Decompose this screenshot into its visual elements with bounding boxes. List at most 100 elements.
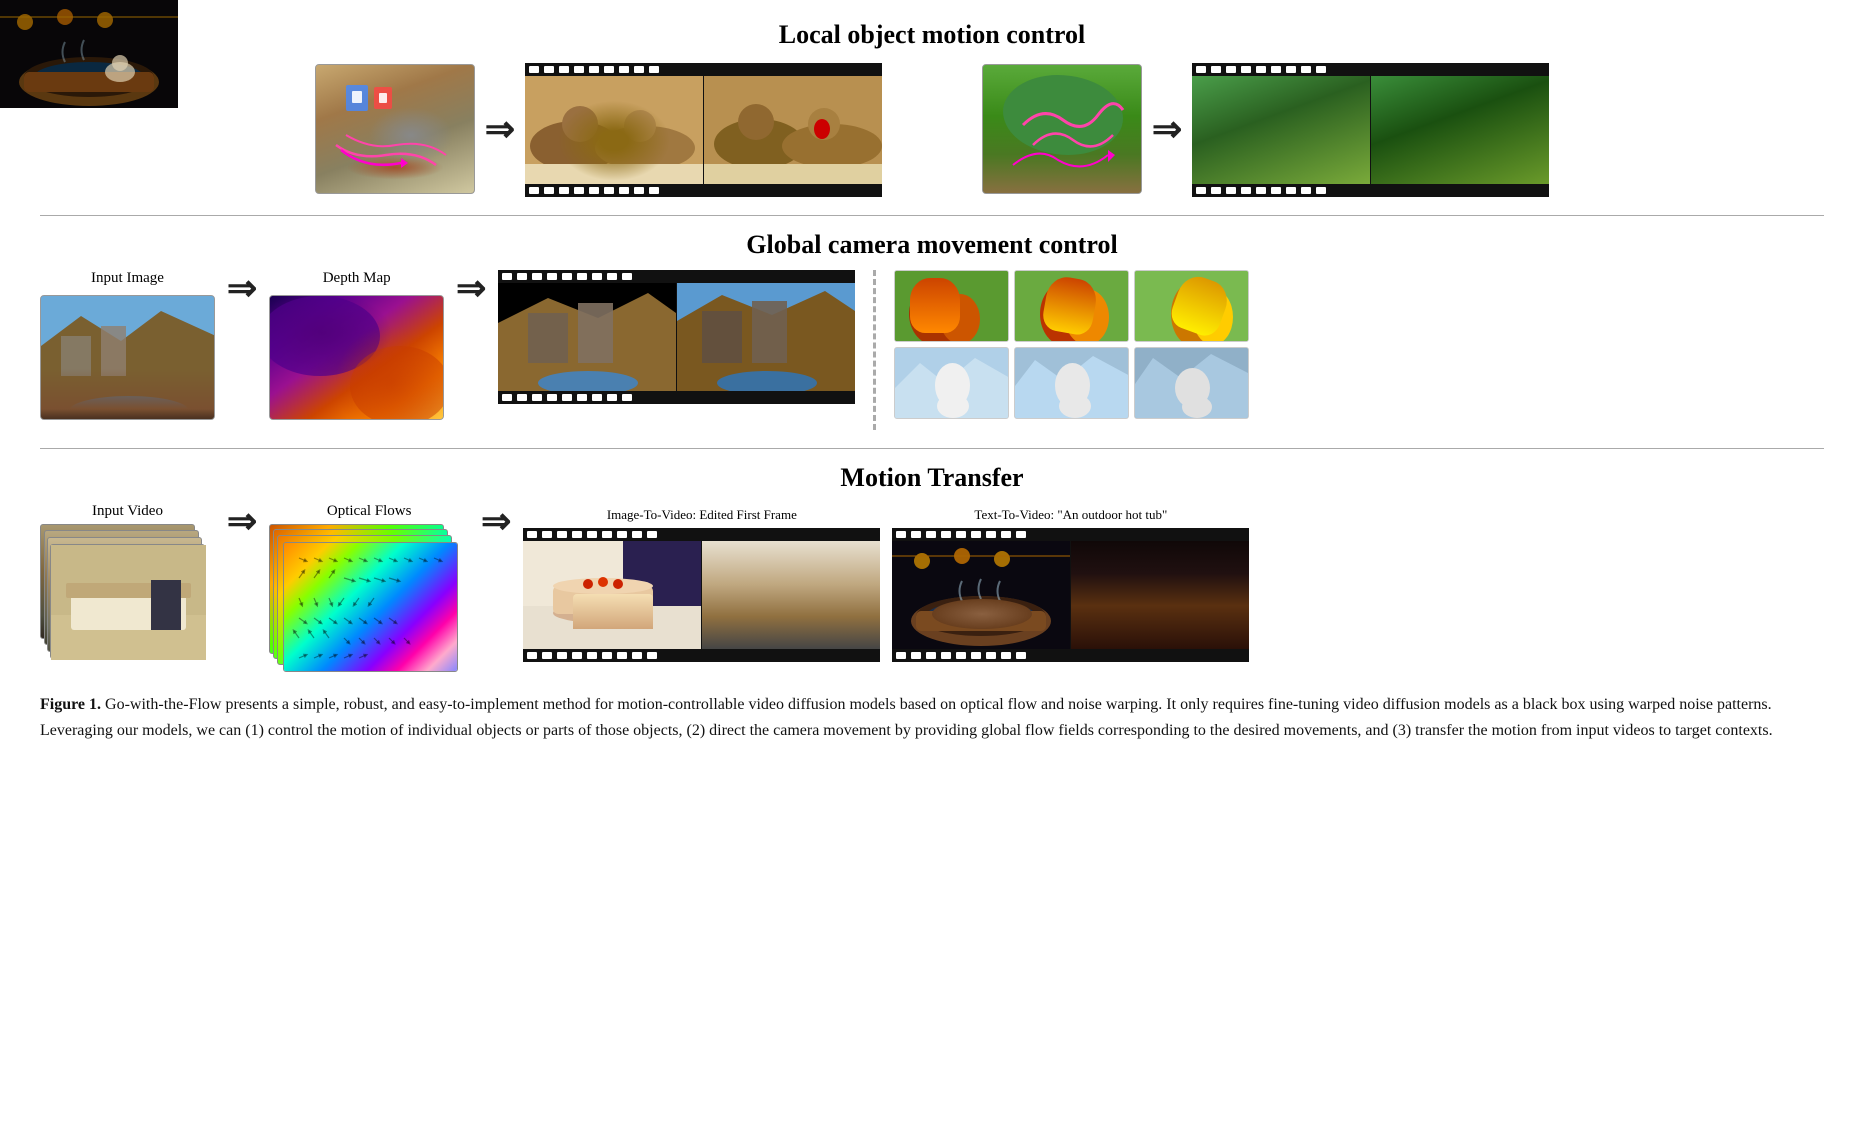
filmhole [577,273,587,280]
section2: Global camera movement control Input Ima… [40,230,1824,430]
filmhole [647,531,657,538]
filmhole [956,531,966,538]
filmhole [1196,187,1206,194]
input-image-label: Input Image [91,270,164,287]
filmhole [986,531,996,538]
filmhole [562,394,572,401]
filmhole [1256,66,1266,73]
input-video-stack [40,524,215,664]
filmhole [896,652,906,659]
frame-cake1 [523,541,701,649]
page-container: Local object motion control [40,20,1824,743]
arrow-1: ⇒ [485,111,515,147]
filmhole [1001,652,1011,659]
divider-2 [40,448,1824,449]
filmhole [547,394,557,401]
filmhole [956,652,966,659]
filmhole [574,187,584,194]
frame-tree1 [1192,76,1370,184]
camera-angle-grid: Φ 5° Φ 45° [894,270,1249,419]
filmhole [971,652,981,659]
flow-frame-4 [283,542,458,672]
depth-map-image [269,295,444,420]
filmhole [1211,66,1221,73]
filmhole [589,187,599,194]
filmhole [911,531,921,538]
cat-filmstrip-1 [525,60,882,197]
filmhole [941,652,951,659]
filmhole [604,66,614,73]
section1: Local object motion control [40,20,1824,197]
filmhole [587,531,597,538]
filmhole [1016,531,1026,538]
filmhole [607,394,617,401]
section1-title: Local object motion control [40,20,1824,50]
filmhole [634,66,644,73]
cat-input-left [315,64,475,194]
filmhole [557,652,567,659]
video-frame-4 [50,544,205,659]
camera-angle-85: Φ 85° [1134,270,1249,342]
filmhole [542,531,552,538]
filmhole [1271,187,1281,194]
filmhole [529,66,539,73]
filmhole [592,394,602,401]
filmhole [532,273,542,280]
filmhole [502,273,512,280]
filmhole [971,531,981,538]
filmhole [1286,66,1296,73]
arrow-6: ⇒ [481,503,511,539]
filmhole [529,187,539,194]
section3-title: Motion Transfer [40,463,1824,493]
filmhole [896,531,906,538]
filmhole [572,531,582,538]
camera-angle-45: Φ 45° [1014,270,1129,342]
filmhole [517,273,527,280]
frame-cat1 [525,76,703,184]
snowman-view-1 [894,347,1009,419]
filmhole [577,394,587,401]
filmhole [647,652,657,659]
filmhole [542,652,552,659]
filmhole [527,531,537,538]
filmhole [1301,66,1311,73]
section2-row: Input Image ⇒ [40,270,1824,430]
filmhole [602,531,612,538]
filmhole [1271,66,1281,73]
filmhole [1316,66,1326,73]
figure-caption: Figure 1. Go-with-the-Flow presents a si… [40,692,1824,743]
section3-hottub-film-block: Text-To-Video: "An outdoor hot tub" [892,503,1249,662]
filmhole [632,531,642,538]
filmhole [587,652,597,659]
filmhole [986,652,996,659]
input-video-label: Input Video [92,503,163,520]
landscape-image [40,295,215,420]
snowman-view-2 [1014,347,1129,419]
filmhole [926,531,936,538]
caption-text: Go-with-the-Flow presents a simple, robu… [40,696,1773,739]
filmhole [619,66,629,73]
section2-depth-map-block: Depth Map [269,270,444,420]
arrow-2: ⇒ [1152,111,1182,147]
filmhole [634,187,644,194]
dashed-divider [873,270,876,430]
frame-tree2 [1371,76,1549,184]
filmhole [911,652,921,659]
filmhole [1226,187,1236,194]
arrow-3: ⇒ [227,270,257,306]
filmhole [604,187,614,194]
filmhole [527,652,537,659]
divider-1 [40,215,1824,216]
frame-landscape1 [498,283,676,391]
filmhole [559,66,569,73]
filmhole [617,531,627,538]
filmhole [562,273,572,280]
tree-cat-filmstrip [1192,60,1549,197]
filmhole [617,652,627,659]
tree-input-image-container [982,64,1142,194]
filmhole [622,273,632,280]
snowman-view-3 [1134,347,1249,419]
filmhole [1211,187,1221,194]
filmhole [544,187,554,194]
section2-title: Global camera movement control [40,230,1824,260]
